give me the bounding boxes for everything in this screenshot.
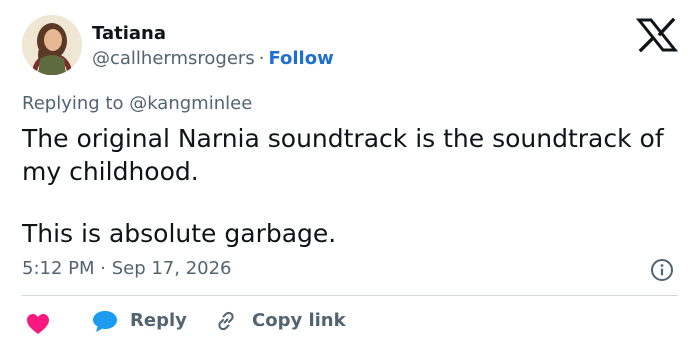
author-handle-line: @callhermsrogers · Follow (92, 47, 334, 71)
author-handle[interactable]: @callhermsrogers (92, 48, 255, 69)
reply-label: Reply (130, 310, 187, 331)
follow-button[interactable]: Follow (268, 48, 333, 69)
x-logo-icon[interactable] (636, 18, 678, 52)
tweet-text-line: This is absolute garbage. (22, 219, 337, 248)
copy-link-label: Copy link (252, 310, 346, 331)
tweet-text-line: my childhood. (22, 157, 199, 186)
divider (22, 295, 678, 296)
author-name[interactable]: Tatiana (92, 22, 166, 46)
tweet-card: Tatiana @callhermsrogers · Follow Replying… (0, 0, 700, 348)
link-icon (218, 311, 234, 331)
separator-dot: · (258, 48, 265, 69)
copy-link-button[interactable]: Copy link (214, 308, 346, 334)
action-bar: Reply Copy link (0, 306, 700, 336)
tweet-text: The original Narnia soundtrack is the so… (22, 122, 692, 250)
tweet-timestamp[interactable]: 5:12 PM · Sep 17, 2026 (22, 257, 232, 281)
heart-icon[interactable] (26, 313, 50, 335)
speech-bubble-icon (93, 311, 117, 332)
info-icon[interactable] (650, 258, 674, 282)
tweet-text-line: The original Narnia soundtrack is the so… (22, 124, 664, 153)
avatar[interactable] (22, 15, 82, 75)
reply-button[interactable]: Reply (92, 308, 187, 334)
replying-to: Replying to @kangminlee (22, 93, 253, 114)
